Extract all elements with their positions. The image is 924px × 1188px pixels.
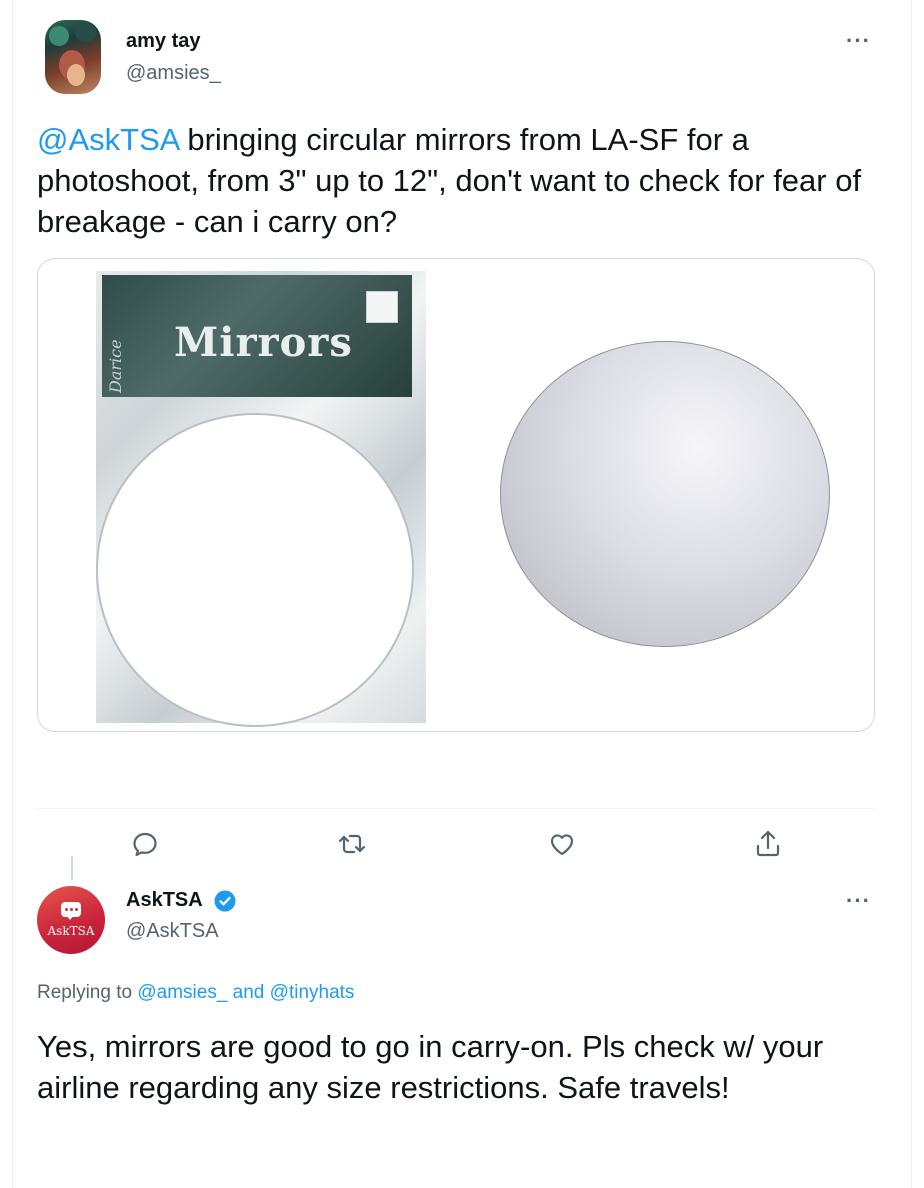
avatar-asktsa[interactable]: AskTSA [37,886,105,954]
chat-bubble-icon [61,902,81,920]
reply-tweet-text: Yes, mirrors are good to go in carry-on.… [37,1029,824,1105]
package-tag [366,291,398,323]
heart-icon[interactable] [544,826,580,862]
package-title: Mirrors [174,319,353,366]
user-handle-asktsa[interactable]: @AskTSA [126,920,219,943]
mirror-package-image: Darice Mirrors [96,271,426,727]
replying-to: Replying to @amsies_ and @tinyhats [37,982,354,1004]
more-dots-icon[interactable]: ··· [846,888,871,914]
avatar-label: AskTSA [47,924,95,938]
mention-link-amsies[interactable]: @amsies_ [137,982,227,1003]
retweet-icon[interactable] [334,826,370,862]
verified-badge-icon [214,890,236,912]
mention-link[interactable]: @AskTSA [37,122,179,157]
packaged-mirror [96,413,414,727]
divider [37,808,875,809]
round-mirror-image [500,341,830,647]
user-handle[interactable]: @amsies_ [126,62,221,85]
tweet-text: @AskTSA bringing circular mirrors from L… [37,119,877,242]
display-name[interactable]: amy tay [126,30,201,53]
display-name-asktsa[interactable]: AskTSA [126,889,203,912]
package-brand: Darice [106,339,125,393]
avatar[interactable] [45,20,101,94]
thread-line [71,856,73,880]
reply-icon[interactable] [127,826,163,862]
package-label: Darice Mirrors [102,275,412,397]
mention-link-tinyhats[interactable]: @tinyhats [270,982,355,1003]
tweet-media-image[interactable]: Darice Mirrors [37,258,875,732]
replying-prefix: Replying to [37,982,138,1003]
share-icon[interactable] [750,826,786,862]
more-dots-icon[interactable]: ··· [846,28,871,54]
replying-and[interactable]: and [227,982,269,1003]
